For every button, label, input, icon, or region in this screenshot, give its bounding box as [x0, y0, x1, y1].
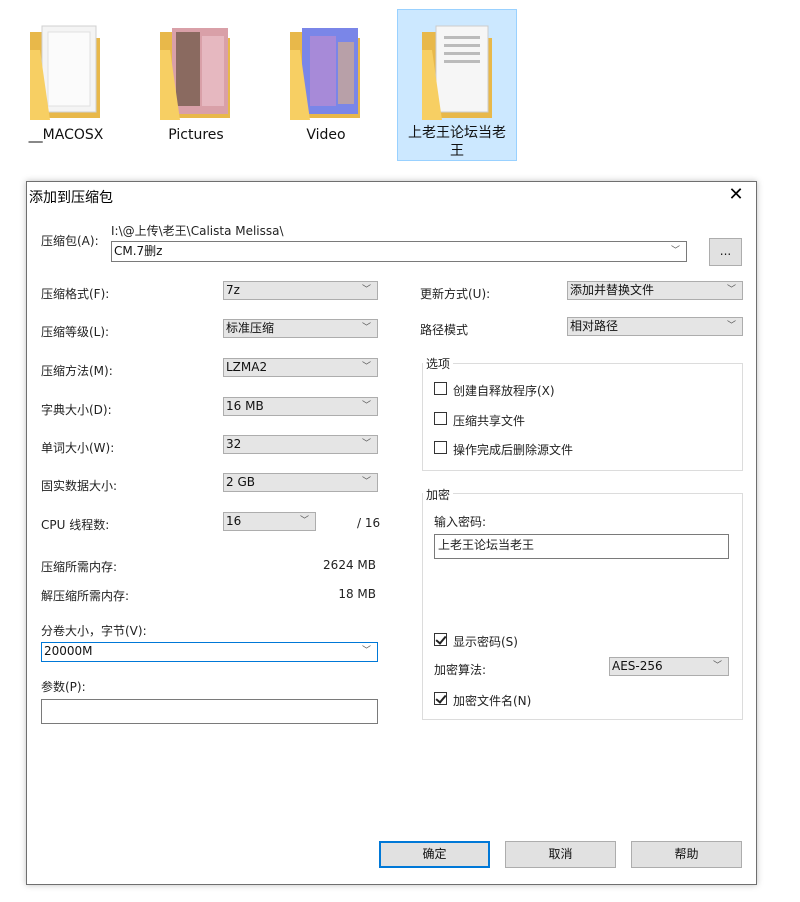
- browse-button[interactable]: ...: [709, 238, 742, 266]
- level-label: 压缩等级(L):: [41, 325, 110, 339]
- params-label: 参数(P):: [41, 680, 86, 694]
- level-value: 标准压缩: [226, 321, 275, 335]
- add-to-archive-dialog: 添加到压缩包 ✕ 压缩包(A): I:\@上传\老王\Calista Melis…: [26, 181, 757, 885]
- encrypt-names-label: 加密文件名(N): [453, 694, 532, 708]
- delete-label: 操作完成后删除源文件: [453, 443, 574, 457]
- close-icon[interactable]: ✕: [724, 184, 748, 208]
- solid-select[interactable]: 2 GB ﹀: [223, 473, 378, 492]
- solid-value: 2 GB: [226, 475, 255, 489]
- archive-name-value: CM.7删z: [114, 244, 163, 258]
- folder-label: Pictures: [168, 127, 224, 143]
- chevron-down-icon: ﹀: [712, 661, 722, 671]
- chevron-down-icon: ﹀: [726, 285, 736, 295]
- method-label: 压缩方法(M):: [41, 364, 113, 378]
- sfx-checkbox[interactable]: [434, 382, 447, 395]
- folder-label: 上老王论坛当老王: [408, 125, 506, 159]
- format-label: 压缩格式(F):: [41, 287, 110, 301]
- sfx-label: 创建自释放程序(X): [453, 384, 555, 398]
- chevron-down-icon: ﹀: [670, 246, 680, 256]
- format-value: 7z: [226, 283, 240, 297]
- shared-label: 压缩共享文件: [453, 414, 526, 428]
- pathmode-select[interactable]: 相对路径 ﹀: [567, 317, 743, 336]
- chevron-down-icon: ﹀: [299, 516, 309, 526]
- update-label: 更新方式(U):: [420, 287, 491, 301]
- dialog-title: 添加到压缩包: [29, 190, 113, 206]
- mem-decomp-value: 18 MB: [338, 587, 376, 601]
- cancel-button[interactable]: 取消: [505, 841, 616, 868]
- archive-path: I:\@上传\老王\Calista Melissa\: [111, 224, 284, 238]
- chevron-down-icon: ﹀: [361, 646, 371, 656]
- chevron-down-icon: ﹀: [726, 321, 736, 331]
- options-title: 选项: [423, 355, 454, 372]
- word-select[interactable]: 32 ﹀: [223, 435, 378, 454]
- enc-method-select[interactable]: AES-256 ﹀: [609, 657, 729, 676]
- mem-decomp-label: 解压缩所需内存:: [41, 589, 130, 603]
- pathmode-value: 相对路径: [570, 319, 619, 333]
- password-label: 输入密码:: [434, 515, 487, 529]
- folder-label: __MACOSX: [28, 127, 104, 143]
- level-select[interactable]: 标准压缩 ﹀: [223, 319, 378, 338]
- volume-combo[interactable]: 20000M ﹀: [41, 642, 378, 662]
- chevron-down-icon: ﹀: [361, 401, 371, 411]
- word-label: 单词大小(W):: [41, 441, 115, 455]
- update-select[interactable]: 添加并替换文件 ﹀: [567, 281, 743, 300]
- update-value: 添加并替换文件: [570, 283, 655, 297]
- threads-value: 16: [226, 514, 242, 528]
- solid-label: 固实数据大小:: [41, 479, 118, 493]
- chevron-down-icon: ﹀: [361, 477, 371, 487]
- threads-select[interactable]: 16 ﹀: [223, 512, 316, 531]
- mem-comp-value: 2624 MB: [323, 558, 376, 572]
- volume-label: 分卷大小，字节(V):: [41, 624, 147, 638]
- threads-total: / 16: [357, 516, 381, 530]
- format-select[interactable]: 7z ﹀: [223, 281, 378, 300]
- pathmode-label: 路径模式: [420, 323, 469, 337]
- folder-icon: [160, 28, 230, 120]
- threads-label: CPU 线程数:: [41, 518, 110, 532]
- folder-macosx[interactable]: __MACOSX: [6, 10, 126, 162]
- delete-checkbox[interactable]: [434, 441, 447, 454]
- archive-label: 压缩包(A):: [41, 234, 99, 248]
- volume-value: 20000M: [44, 644, 93, 658]
- method-select[interactable]: LZMA2 ﹀: [223, 358, 378, 377]
- dict-select[interactable]: 16 MB ﹀: [223, 397, 378, 416]
- enc-method-label: 加密算法:: [434, 663, 487, 677]
- word-value: 32: [226, 437, 242, 451]
- folder-laowang[interactable]: 上老王论坛当老王: [397, 9, 517, 161]
- encrypt-names-checkbox[interactable]: [434, 692, 447, 705]
- archive-name-combo[interactable]: CM.7删z ﹀: [111, 241, 687, 262]
- dict-value: 16 MB: [226, 399, 264, 413]
- ok-button[interactable]: 确定: [379, 841, 490, 868]
- folder-icon: [290, 28, 360, 120]
- encryption-title: 加密: [423, 486, 454, 503]
- folder-label: Video: [306, 127, 346, 143]
- params-input[interactable]: [41, 699, 378, 724]
- folder-icon: [422, 25, 492, 120]
- enc-method-value: AES-256: [612, 659, 663, 673]
- folder-video[interactable]: Video: [266, 10, 386, 162]
- show-password-label: 显示密码(S): [453, 635, 518, 649]
- shared-checkbox[interactable]: [434, 412, 447, 425]
- password-input[interactable]: 上老王论坛当老王: [434, 534, 729, 559]
- mem-comp-label: 压缩所需内存:: [41, 560, 118, 574]
- chevron-down-icon: ﹀: [361, 323, 371, 333]
- show-password-checkbox[interactable]: [434, 633, 447, 646]
- chevron-down-icon: ﹀: [361, 285, 371, 295]
- dict-label: 字典大小(D):: [41, 403, 112, 417]
- chevron-down-icon: ﹀: [361, 439, 371, 449]
- help-button[interactable]: 帮助: [631, 841, 742, 868]
- chevron-down-icon: ﹀: [361, 362, 371, 372]
- folder-pictures[interactable]: Pictures: [136, 10, 256, 162]
- folder-icon: [30, 25, 100, 120]
- method-value: LZMA2: [226, 360, 268, 374]
